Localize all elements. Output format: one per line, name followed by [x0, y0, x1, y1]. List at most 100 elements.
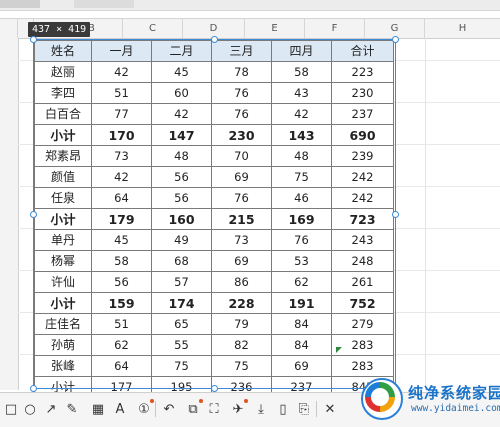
value-cell[interactable]: 261 [331, 271, 394, 293]
name-cell[interactable]: 单丹 [34, 229, 92, 251]
expand-tool-icon[interactable]: ⛶ [206, 401, 222, 417]
name-cell[interactable]: 任泉 [34, 187, 92, 209]
select-all-corner[interactable] [0, 19, 18, 38]
value-cell[interactable]: 76 [211, 103, 272, 125]
value-cell[interactable]: 169 [271, 208, 332, 230]
value-cell[interactable]: 42 [91, 166, 152, 188]
name-cell[interactable]: 许仙 [34, 271, 92, 293]
value-cell[interactable]: 78 [211, 61, 272, 83]
value-cell[interactable]: 60 [151, 82, 212, 104]
resize-handle-top[interactable] [211, 36, 218, 43]
name-cell[interactable]: 赵丽 [34, 61, 92, 83]
value-cell[interactable]: 42 [271, 103, 332, 125]
value-cell[interactable]: 48 [271, 145, 332, 167]
number-tool-icon[interactable]: ① [136, 399, 154, 417]
value-cell[interactable]: 69 [271, 355, 332, 377]
save-tool-icon[interactable]: ▯ [275, 401, 291, 417]
value-cell[interactable]: 147 [151, 124, 212, 146]
column-heading[interactable]: 三月 [211, 40, 272, 62]
arrow-tool-icon[interactable]: ↗ [43, 401, 59, 417]
value-cell[interactable]: 69 [211, 166, 272, 188]
value-cell[interactable]: 76 [271, 229, 332, 251]
name-cell[interactable]: 张峰 [34, 355, 92, 377]
pin-tool-icon[interactable]: ✈ [230, 399, 248, 417]
ellipse-tool-icon[interactable]: ○ [22, 401, 38, 417]
value-cell[interactable]: 75 [211, 355, 272, 377]
close-tool-icon[interactable]: ✕ [322, 401, 338, 417]
value-cell[interactable]: 230 [211, 124, 272, 146]
value-cell[interactable]: 723 [331, 208, 394, 230]
value-cell[interactable]: 84 [271, 313, 332, 335]
download-tool-icon[interactable]: ⤓ [253, 401, 269, 417]
value-cell[interactable]: 79 [211, 313, 272, 335]
value-cell[interactable]: 51 [91, 82, 152, 104]
value-cell[interactable]: 51 [91, 313, 152, 335]
value-cell[interactable]: 239 [331, 145, 394, 167]
column-heading[interactable]: 二月 [151, 40, 212, 62]
name-cell[interactable]: 庄佳名 [34, 313, 92, 335]
value-cell[interactable]: 64 [91, 355, 152, 377]
column-heading[interactable]: 一月 [91, 40, 152, 62]
name-cell[interactable]: 李四 [34, 82, 92, 104]
value-cell[interactable]: 75 [151, 355, 212, 377]
value-cell[interactable]: 46 [271, 187, 332, 209]
value-cell[interactable]: 62 [91, 334, 152, 356]
value-cell[interactable]: 243 [331, 229, 394, 251]
name-cell[interactable]: 杨幂 [34, 250, 92, 272]
column-heading[interactable]: 姓名 [34, 40, 92, 62]
value-cell[interactable]: 215 [211, 208, 272, 230]
column-header-h[interactable]: H [425, 19, 500, 38]
value-cell[interactable]: 56 [151, 166, 212, 188]
value-cell[interactable]: 68 [151, 250, 212, 272]
value-cell[interactable]: 58 [91, 250, 152, 272]
column-heading[interactable]: 四月 [271, 40, 332, 62]
ocr-tool-icon[interactable]: ⧉ [185, 399, 203, 417]
value-cell[interactable]: 48 [151, 145, 212, 167]
value-cell[interactable]: 242 [331, 166, 394, 188]
name-cell[interactable]: 孙萌 [34, 334, 92, 356]
value-cell[interactable]: 73 [91, 145, 152, 167]
value-cell[interactable]: 223 [331, 61, 394, 83]
name-cell[interactable]: 小计 [34, 124, 92, 146]
value-cell[interactable]: 279 [331, 313, 394, 335]
value-cell[interactable]: 75 [271, 166, 332, 188]
value-cell[interactable]: 237 [331, 103, 394, 125]
column-header-c[interactable]: C [123, 19, 183, 38]
name-cell[interactable]: 小计 [34, 292, 92, 314]
value-cell[interactable]: 690 [331, 124, 394, 146]
resize-handle-left[interactable] [30, 211, 37, 218]
column-header-f[interactable]: F [305, 19, 365, 38]
name-cell[interactable]: 郑素昂 [34, 145, 92, 167]
name-cell[interactable]: 白百合 [34, 103, 92, 125]
value-cell[interactable]: 86 [211, 271, 272, 293]
value-cell[interactable]: 56 [91, 271, 152, 293]
value-cell[interactable]: 230 [331, 82, 394, 104]
value-cell[interactable]: 64 [91, 187, 152, 209]
value-cell[interactable]: 174 [151, 292, 212, 314]
value-cell[interactable]: 70 [211, 145, 272, 167]
value-cell[interactable]: 159 [91, 292, 152, 314]
value-cell[interactable]: 143 [271, 124, 332, 146]
name-cell[interactable]: 颜值 [34, 166, 92, 188]
pen-tool-icon[interactable]: ✎ [64, 401, 80, 417]
value-cell[interactable]: 65 [151, 313, 212, 335]
resize-handle-top-left[interactable] [30, 36, 37, 43]
value-cell[interactable]: 57 [151, 271, 212, 293]
value-cell[interactable]: 248 [331, 250, 394, 272]
undo-tool-icon[interactable]: ↶ [161, 401, 177, 417]
resize-handle-top-right[interactable] [392, 36, 399, 43]
column-header-e[interactable]: E [245, 19, 305, 38]
value-cell[interactable]: 45 [151, 61, 212, 83]
copy-tool-icon[interactable]: ⎘ [296, 401, 312, 417]
value-cell[interactable]: 76 [211, 82, 272, 104]
value-cell[interactable]: 49 [151, 229, 212, 251]
value-cell[interactable]: 191 [271, 292, 332, 314]
value-cell[interactable]: 82 [211, 334, 272, 356]
resize-handle-right[interactable] [392, 211, 399, 218]
value-cell[interactable]: 43 [271, 82, 332, 104]
value-cell[interactable]: 228 [211, 292, 272, 314]
value-cell[interactable]: 62 [271, 271, 332, 293]
value-cell[interactable]: 170 [91, 124, 152, 146]
value-cell[interactable]: 84 [271, 334, 332, 356]
rectangle-tool-icon[interactable]: □ [3, 401, 19, 417]
